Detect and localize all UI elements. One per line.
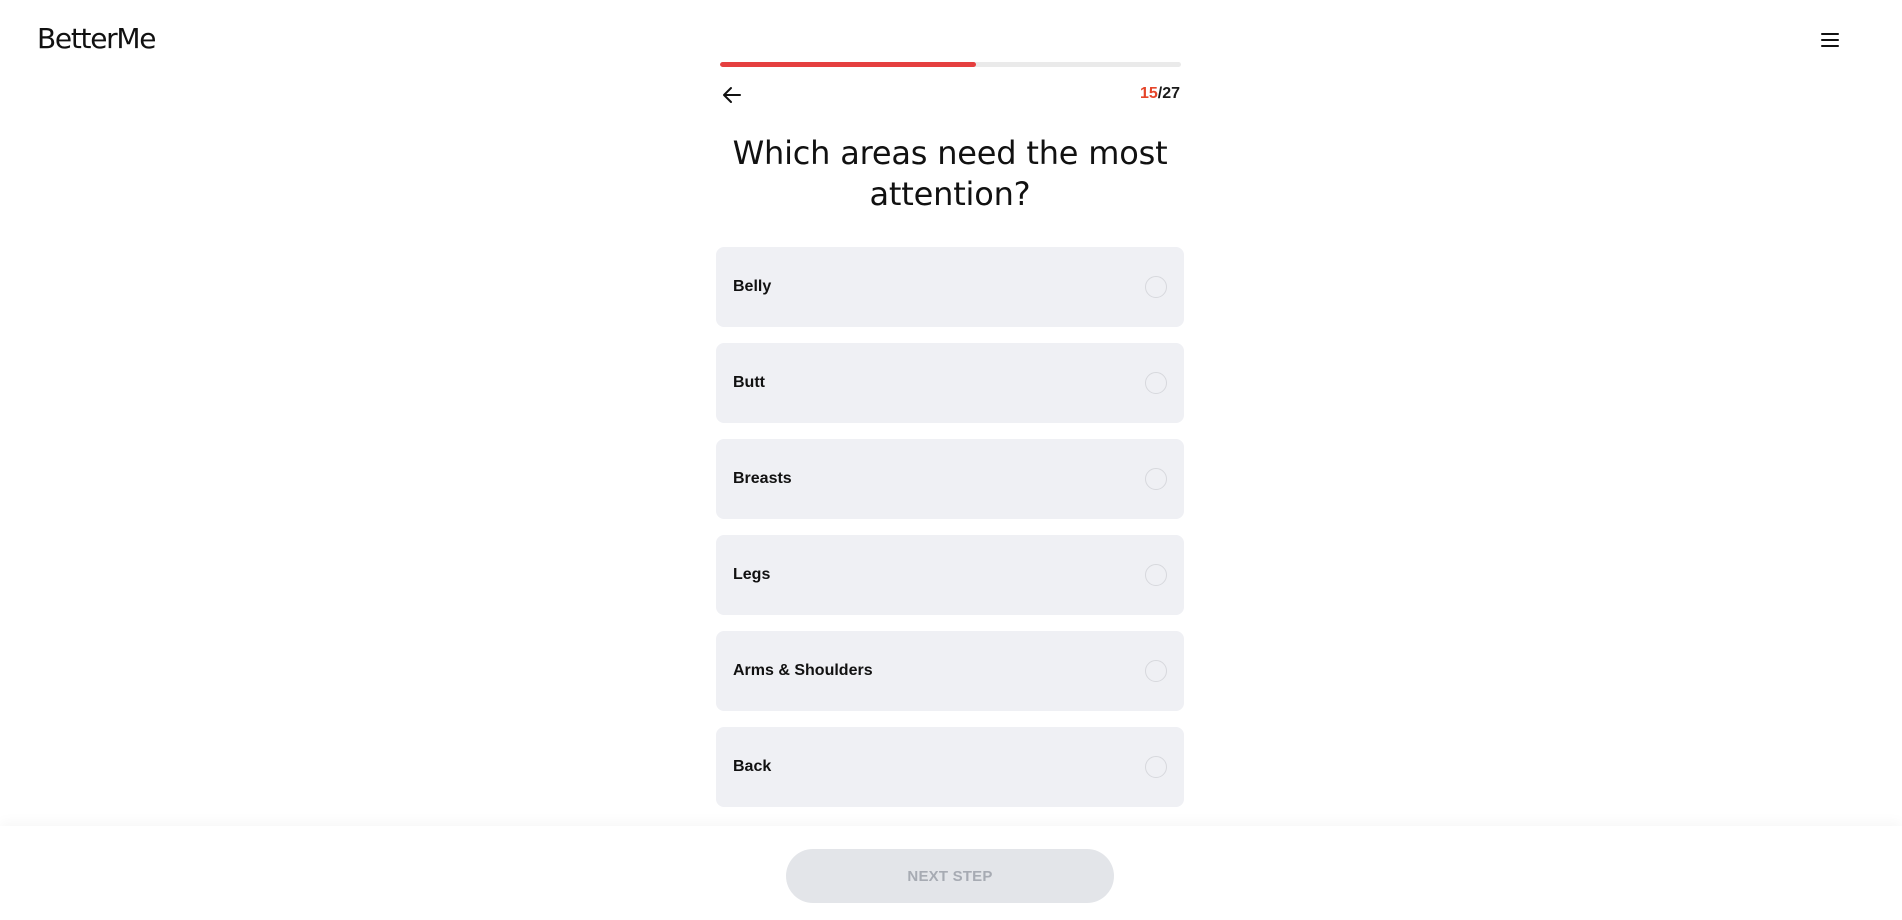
option-label: Legs [733,566,771,583]
footer-bar: NEXT STEP [0,826,1902,920]
option-legs[interactable]: Legs [716,535,1184,615]
option-label: Butt [733,374,765,391]
options-list: Belly Butt Breasts Legs Arms & Shoulders… [716,247,1184,823]
option-arms-shoulders[interactable]: Arms & Shoulders [716,631,1184,711]
option-label: Arms & Shoulders [733,662,873,679]
brand-logo[interactable]: BetterMe [37,22,156,55]
radio-icon[interactable] [1145,660,1167,682]
option-belly[interactable]: Belly [716,247,1184,327]
step-counter: 15/27 [1140,85,1180,103]
next-step-button[interactable]: NEXT STEP [786,849,1114,903]
radio-icon[interactable] [1145,468,1167,490]
radio-icon[interactable] [1145,756,1167,778]
progress-bar-fill [720,62,976,67]
radio-icon[interactable] [1145,564,1167,586]
hamburger-menu-icon[interactable] [1818,28,1842,52]
option-label: Belly [733,278,772,295]
step-current: 15 [1139,85,1158,102]
option-breasts[interactable]: Breasts [716,439,1184,519]
option-back[interactable]: Back [716,727,1184,807]
option-label: Back [733,758,772,775]
step-total: 27 [1162,85,1180,102]
radio-icon[interactable] [1145,276,1167,298]
arrow-left-icon [723,87,741,103]
option-label: Breasts [733,470,792,487]
radio-icon[interactable] [1145,372,1167,394]
back-button[interactable] [720,83,744,107]
question-title: Which areas need the most attention? [732,134,1168,213]
option-butt[interactable]: Butt [716,343,1184,423]
progress-bar [720,62,1181,67]
quiz-page: BetterMe 15/27 Which areas need the most… [0,0,1902,920]
